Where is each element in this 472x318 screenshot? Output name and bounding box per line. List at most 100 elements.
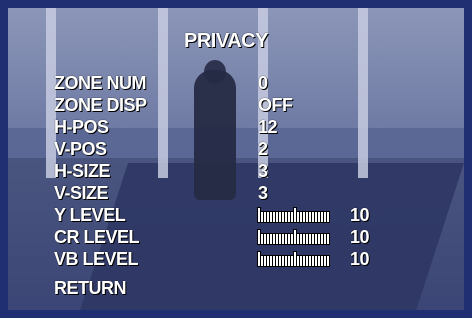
level-tick — [294, 208, 296, 222]
osd-menu: PRIVACY ZONE NUM 0 ZONE DISP OFF H-POS 1… — [8, 8, 464, 310]
level-tick — [300, 234, 302, 244]
level-tick — [306, 234, 308, 244]
level-tick — [324, 234, 326, 244]
menu-label: H-POS — [54, 117, 109, 137]
level-tick — [315, 256, 317, 266]
menu-label: H-SIZE — [54, 161, 111, 181]
level-control[interactable]: 10 — [258, 206, 398, 224]
level-tick — [306, 256, 308, 266]
level-tick — [315, 212, 317, 222]
menu-label: VB LEVEL — [54, 249, 139, 269]
menu-value: 3 — [258, 161, 268, 181]
level-tick — [303, 256, 305, 266]
level-tick — [258, 252, 260, 266]
level-tick — [276, 234, 278, 244]
level-tick — [261, 212, 263, 222]
level-tick — [261, 256, 263, 266]
level-value: 10 — [350, 249, 370, 269]
level-tick — [294, 230, 296, 244]
osd-title: PRIVACY — [184, 30, 268, 52]
level-tick — [285, 256, 287, 266]
level-tick — [261, 234, 263, 244]
level-tick — [267, 212, 269, 222]
level-tick — [267, 256, 269, 266]
level-tick — [300, 256, 302, 266]
level-tick — [288, 234, 290, 244]
level-tick — [282, 256, 284, 266]
level-tick — [321, 256, 323, 266]
level-tick — [309, 234, 311, 244]
return-menu-item[interactable]: RETURN — [54, 278, 127, 299]
level-tick — [273, 212, 275, 222]
level-tick — [297, 234, 299, 244]
level-tick — [258, 230, 260, 244]
level-tick — [276, 212, 278, 222]
menu-label: Y LEVEL — [54, 205, 126, 225]
menu-label: ZONE DISP — [54, 95, 147, 115]
menu-value: OFF — [258, 95, 293, 115]
level-tick — [282, 234, 284, 244]
level-tick — [279, 212, 281, 222]
level-control[interactable]: 10 — [258, 250, 398, 268]
level-tick — [312, 256, 314, 266]
level-control[interactable]: 10 — [258, 228, 398, 246]
level-tick — [318, 234, 320, 244]
menu-label: V-POS — [54, 139, 107, 159]
level-tick — [264, 212, 266, 222]
level-tick — [288, 212, 290, 222]
level-tick — [264, 256, 266, 266]
level-value: 10 — [350, 205, 370, 225]
level-tick — [303, 212, 305, 222]
level-tick — [291, 234, 293, 244]
level-tick — [297, 256, 299, 266]
level-tick — [315, 234, 317, 244]
level-tick — [321, 234, 323, 244]
level-tick — [327, 234, 329, 244]
level-tick — [327, 256, 329, 266]
level-tick — [309, 212, 311, 222]
level-value: 10 — [350, 227, 370, 247]
level-tick — [258, 208, 260, 222]
level-tick — [312, 234, 314, 244]
level-tick — [288, 256, 290, 266]
level-tick — [291, 212, 293, 222]
level-tick — [297, 212, 299, 222]
level-tick — [324, 256, 326, 266]
menu-label: CR LEVEL — [54, 227, 140, 247]
level-tick — [270, 256, 272, 266]
level-tick — [309, 256, 311, 266]
menu-value: 2 — [258, 139, 268, 159]
level-tick — [303, 234, 305, 244]
level-tick — [318, 212, 320, 222]
menu-value: 12 — [258, 117, 278, 137]
camera-osd-frame: PRIVACY ZONE NUM 0 ZONE DISP OFF H-POS 1… — [0, 0, 472, 318]
level-tick — [318, 256, 320, 266]
level-tick — [324, 212, 326, 222]
level-bar — [258, 252, 346, 266]
level-tick — [273, 256, 275, 266]
level-tick — [291, 256, 293, 266]
level-tick — [282, 212, 284, 222]
level-tick — [312, 212, 314, 222]
menu-label: V-SIZE — [54, 183, 109, 203]
level-tick — [267, 234, 269, 244]
level-tick — [273, 234, 275, 244]
level-tick — [279, 234, 281, 244]
level-tick — [306, 212, 308, 222]
level-tick — [264, 234, 266, 244]
level-tick — [285, 212, 287, 222]
level-tick — [300, 212, 302, 222]
level-tick — [279, 256, 281, 266]
level-tick — [321, 212, 323, 222]
level-tick — [285, 234, 287, 244]
menu-label: ZONE NUM — [54, 73, 147, 93]
menu-value: 0 — [258, 73, 268, 93]
level-bar — [258, 230, 346, 244]
level-tick — [327, 212, 329, 222]
menu-value: 3 — [258, 183, 268, 203]
level-tick — [270, 234, 272, 244]
level-tick — [294, 252, 296, 266]
level-tick — [276, 256, 278, 266]
level-tick — [270, 212, 272, 222]
level-bar — [258, 208, 346, 222]
